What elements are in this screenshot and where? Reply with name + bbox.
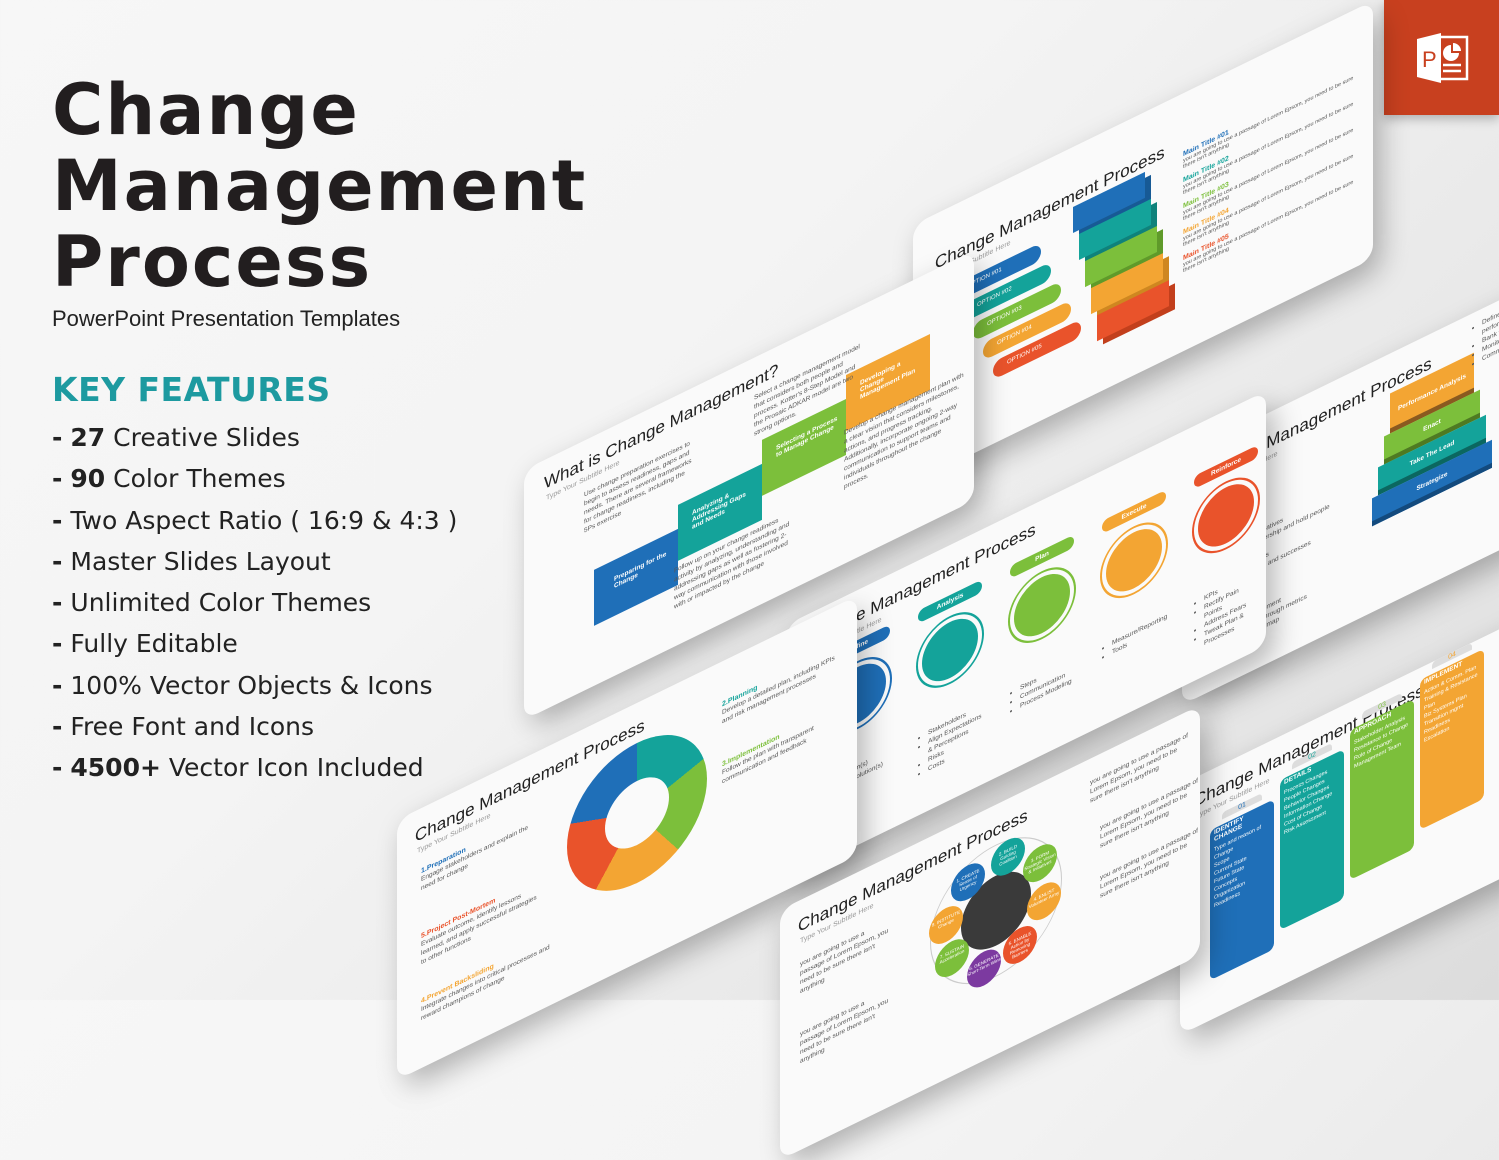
gear-icon bbox=[1106, 518, 1162, 602]
title-line-2: Process bbox=[52, 221, 373, 303]
feature-item: - Two Aspect Ratio ( 16:9 & 4:3 ) bbox=[52, 505, 458, 535]
stage-label: Reinforce bbox=[1194, 444, 1258, 490]
hero-text: Change Management Process PowerPoint Pre… bbox=[52, 72, 585, 789]
features-list: -27 Creative Slides -90 Color Themes - Tw… bbox=[52, 417, 572, 789]
cards-row: 01 IDENTIFY CHANGE Type and reason of Ch… bbox=[1210, 642, 1484, 981]
analysis-icon bbox=[922, 608, 978, 692]
stage-bullets: StepsCommunicationProcess Modeling bbox=[1010, 658, 1074, 716]
stage: Plan StepsCommunicationProcess Modeling bbox=[1010, 534, 1074, 743]
feature-item: - Free Font and Icons bbox=[52, 712, 315, 742]
card: 01 IDENTIFY CHANGE Type and reason of Ch… bbox=[1210, 793, 1274, 981]
title-line-1: Change Management bbox=[52, 69, 588, 227]
main-title-list: Main Title #01 you are going to use a pas… bbox=[1183, 64, 1363, 274]
feature-item: -4500+ Vector Icon Included bbox=[52, 753, 424, 783]
kotter-note: you are going to use a passage of Lorem … bbox=[800, 997, 889, 1066]
stage-bullets: KPIsRectify Pain PointsAddress FearsTwea… bbox=[1194, 568, 1258, 653]
key-features-heading: KEY FEATURES bbox=[52, 370, 331, 409]
stage-label: Execute bbox=[1102, 489, 1166, 534]
page-subtitle: PowerPoint Presentation Templates bbox=[52, 306, 401, 331]
card-bullets: Process Changes People Changes Behavior Ch… bbox=[1284, 769, 1333, 837]
kotter-step: 4. ENLIST Volunteer Army bbox=[1027, 875, 1061, 927]
card: 03 APPROACH Stakeholder Analysis Resistan… bbox=[1350, 692, 1414, 881]
page-title: Change Management Process bbox=[52, 72, 585, 303]
pyramid-stack: Performance Analysis Enact Take The Lead… bbox=[1372, 344, 1492, 527]
feature-item: -27 Creative Slides bbox=[52, 423, 300, 452]
card: 02 DETAILS Process Changes People Changes… bbox=[1280, 742, 1344, 931]
kotter-step: 6. GENERATE Short-Term Wins bbox=[967, 943, 1001, 994]
feature-item: - Master Slides Layout bbox=[52, 546, 331, 576]
donut-chart bbox=[567, 708, 707, 918]
feature-item: - Fully Editable bbox=[52, 629, 238, 659]
stage: Execute Measure/ReportingTools bbox=[1102, 489, 1167, 698]
stage: Reinforce KPIsRectify Pain PointsAddress… bbox=[1194, 444, 1258, 653]
card: 04 IMPLEMENT Action & Comm. Plan Training… bbox=[1420, 642, 1484, 830]
donut-hole bbox=[605, 765, 669, 861]
bullet: Define metrics and performance bbox=[1482, 280, 1499, 337]
plan-icon bbox=[1014, 563, 1070, 647]
stage-bullets: Measure/ReportingTools bbox=[1102, 613, 1167, 662]
feature-item: - Unlimited Color Themes bbox=[52, 588, 372, 618]
stage-bullets: StakeholdersAlign Expectations & Percept… bbox=[918, 702, 982, 778]
bullet-list: Define metrics and performance Bank fina… bbox=[1472, 280, 1499, 369]
globe-search-icon bbox=[1198, 473, 1254, 558]
feature-item: -100% Vector Objects & Icons bbox=[52, 670, 433, 700]
stage: Analysis StakeholdersAlign Expectations … bbox=[918, 579, 982, 787]
step-block: Preparing for the Change bbox=[594, 528, 678, 626]
feature-item: -90 Color Themes bbox=[52, 464, 286, 494]
